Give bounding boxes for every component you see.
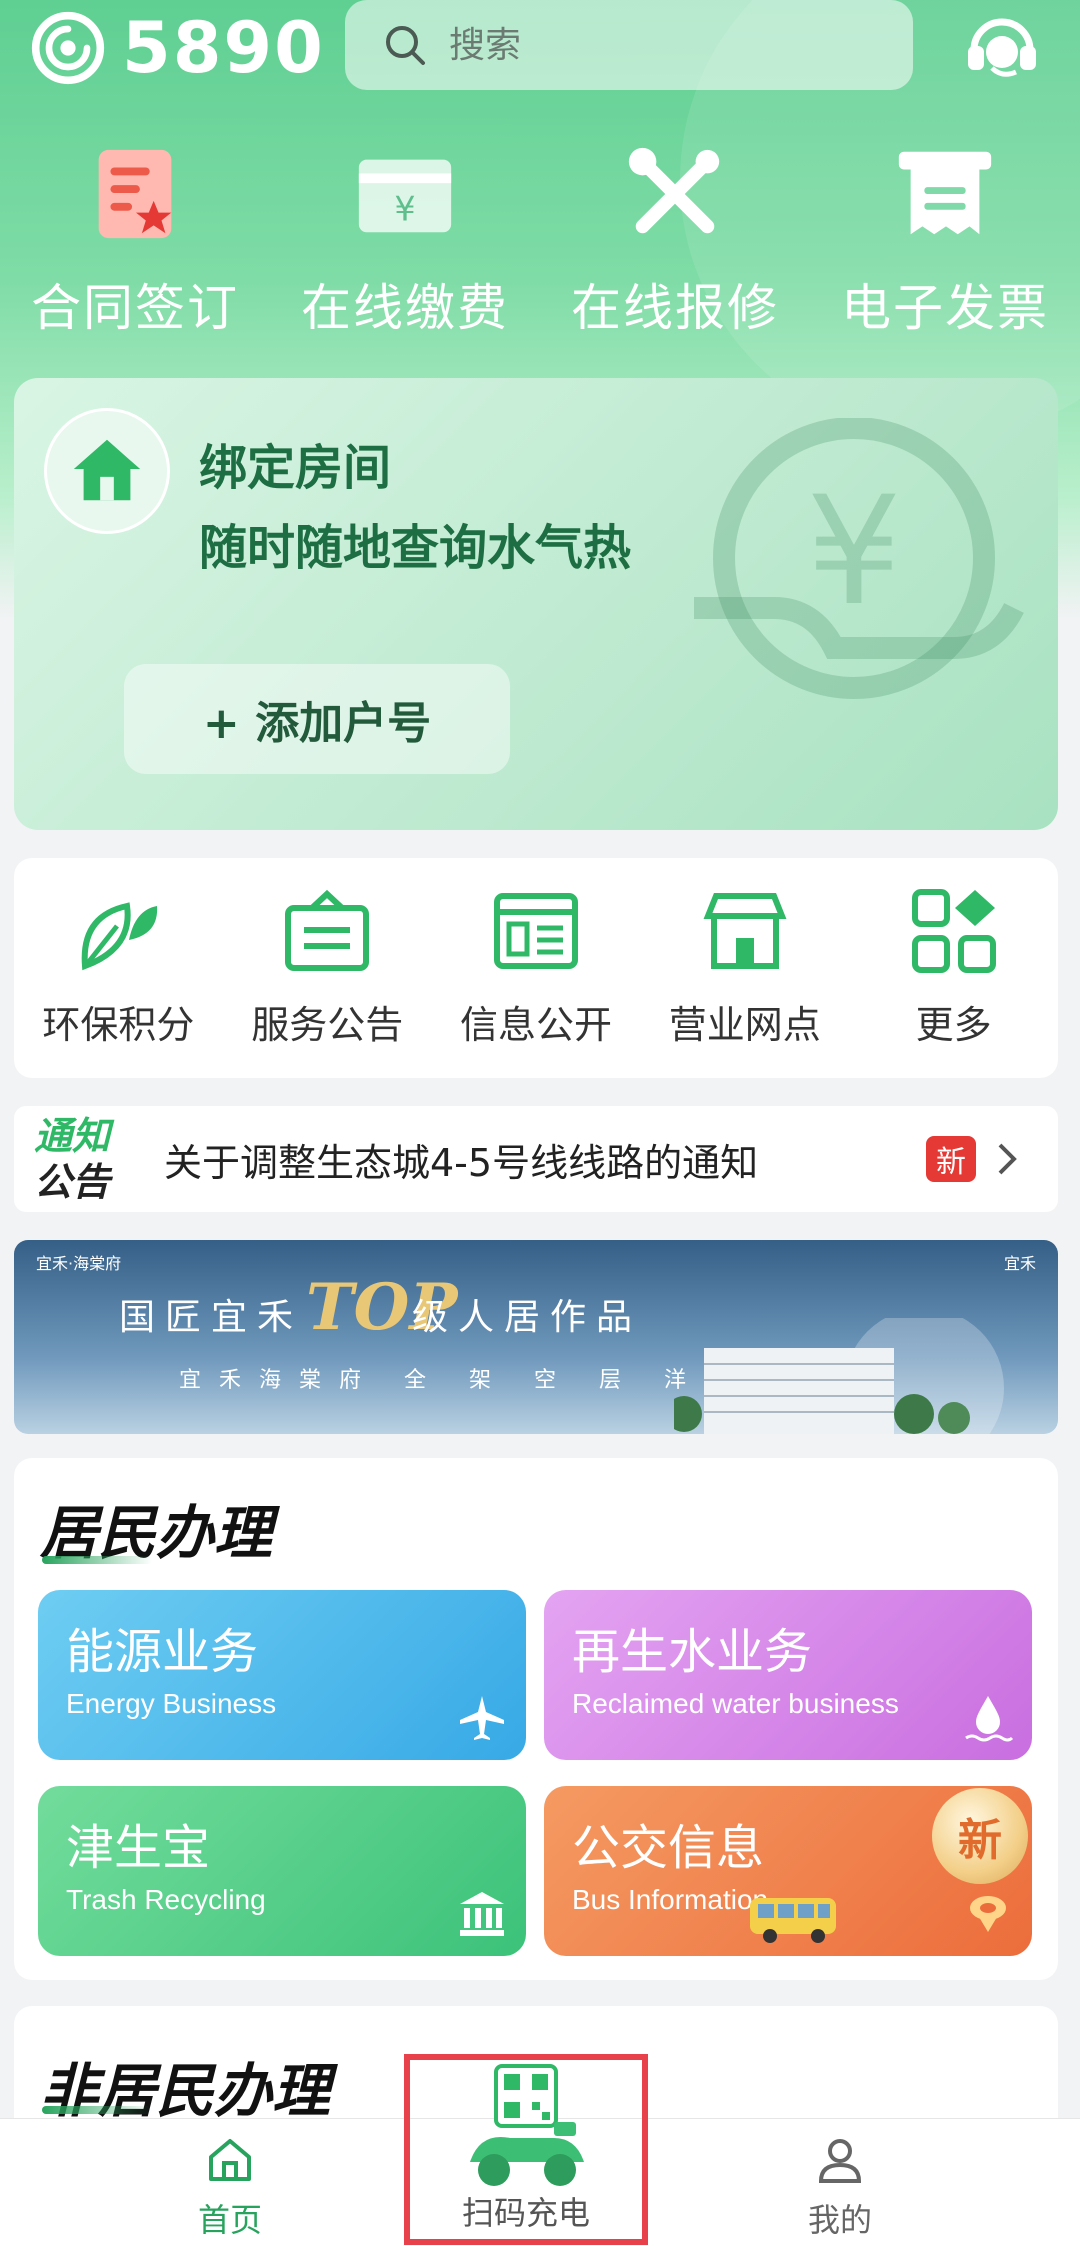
service-label: 服务公告 (251, 1003, 404, 1047)
search-icon (386, 26, 425, 65)
section-underline (42, 1556, 152, 1564)
promo-banner[interactable]: 宜禾·海棠府 宜禾 国匠宜禾 TOP 级人居作品 宜禾海棠府 全 架 空 层 洋… (14, 1240, 1058, 1434)
tile-title: 津生宝 (66, 1820, 211, 1876)
swirl-logo-icon (31, 11, 105, 85)
tile-subtitle: Trash Recycling (66, 1884, 266, 1915)
service-announcement[interactable]: 服务公告 (223, 858, 432, 1078)
logo-text: 5890 (122, 7, 325, 89)
banner-brand-right: 宜禾 (1003, 1254, 1036, 1273)
quick-action-contract[interactable]: 合同签订 (0, 140, 270, 340)
bus-icon (750, 1898, 836, 1943)
nav-label: 首页 (197, 2201, 262, 2239)
notice-badge-bottom: 公告 (34, 1160, 111, 1204)
add-account-button[interactable]: + 添加户号 (124, 664, 510, 774)
nav-label: 扫码充电 (461, 2194, 590, 2232)
bind-room-card[interactable]: 绑定房间 随时随地查询水气热 ¥ + 添加户号 (14, 378, 1058, 830)
service-more[interactable]: 更多 (849, 858, 1058, 1078)
chevron-right-icon (998, 1143, 1017, 1175)
resident-section: 居民办理 能源业务 Energy Business 再生水业务 Reclaime… (14, 1458, 1058, 1980)
quick-action-label: 在线缴费 (301, 279, 509, 337)
quick-action-label: 在线报修 (571, 279, 779, 337)
tile-title: 再生水业务 (572, 1624, 813, 1680)
top-bar: 5890 (0, 0, 1080, 100)
service-eco-points[interactable]: 环保积分 (14, 858, 223, 1078)
invoice-icon (898, 151, 992, 235)
service-grid: 环保积分 服务公告 信息公开 营业网点 更多 (14, 858, 1058, 1078)
search-input[interactable] (447, 23, 871, 67)
quick-action-invoice[interactable]: 电子发票 (810, 140, 1080, 340)
info-board-icon (493, 893, 578, 969)
quick-action-repair[interactable]: 在线报修 (540, 140, 810, 340)
bind-card-subtitle: 随时随地查询水气热 (199, 520, 632, 576)
service-label: 营业网点 (668, 1003, 821, 1047)
tile-title: 能源业务 (66, 1624, 259, 1680)
tile-subtitle: Energy Business (66, 1688, 277, 1719)
customer-service-icon[interactable] (962, 6, 1042, 86)
notice-text: 关于调整生态城4-5号线线路的通知 (164, 1140, 759, 1185)
svg-text:¥: ¥ (394, 190, 415, 229)
service-label: 信息公开 (459, 1003, 612, 1047)
tile-subtitle: Bus Information (572, 1884, 769, 1915)
house-icon (73, 439, 141, 501)
scan-charge-content: 扫码充电 (410, 2060, 642, 2239)
service-info-disclosure[interactable]: 信息公开 (432, 858, 641, 1078)
leaf-icon (82, 902, 158, 971)
nav-mine[interactable]: 我的 (740, 2119, 940, 2246)
building-image (674, 1318, 1004, 1434)
contract-icon (98, 149, 172, 239)
quick-action-label: 合同签订 (31, 279, 239, 337)
announcement-icon (285, 889, 370, 971)
banner-title-suffix: 级人居作品 (412, 1297, 643, 1338)
service-label: 环保积分 (42, 1003, 195, 1047)
scan-charge-icon (470, 2064, 584, 2186)
service-branches[interactable]: 营业网点 (640, 858, 849, 1078)
notice-bar[interactable]: 通知 公告 关于调整生态城4-5号线线路的通知 新 (14, 1106, 1058, 1212)
quick-actions: 合同签订 ¥ 在线缴费 在线报修 电子发票 (0, 140, 1080, 340)
tile-title: 公交信息 (572, 1820, 765, 1876)
nav-scan-charge[interactable]: 扫码充电 (404, 2054, 648, 2245)
bind-card-title: 绑定房间 (199, 440, 392, 496)
banner-brand-left: 宜禾·海棠府 (36, 1254, 122, 1273)
tile-subtitle: Reclaimed water business (572, 1688, 899, 1719)
search-bar[interactable] (345, 0, 913, 90)
app-logo: 5890 (30, 8, 325, 88)
tile-trash-recycling[interactable]: 津生宝 Trash Recycling (38, 1786, 526, 1956)
location-pin-icon (970, 1896, 1006, 1932)
store-icon (703, 893, 787, 969)
section-underline (42, 2106, 152, 2114)
user-icon (818, 2139, 862, 2183)
quick-action-payment[interactable]: ¥ 在线缴费 (270, 140, 540, 340)
tile-reclaimed-water[interactable]: 再生水业务 Reclaimed water business (544, 1590, 1032, 1760)
tile-bus-information[interactable]: 公交信息 Bus Information 新 (544, 1786, 1032, 1956)
bank-icon (460, 1892, 504, 1936)
home-icon (209, 2139, 251, 2181)
water-drop-icon (965, 1696, 1014, 1742)
notice-badge-top: 通知 (34, 1114, 111, 1158)
payment-icon: ¥ (358, 159, 452, 233)
quick-action-label: 电子发票 (841, 279, 1049, 337)
new-coin-badge: 新 (932, 1788, 1028, 1884)
nav-label: 我的 (807, 2201, 872, 2239)
house-badge (44, 408, 170, 534)
new-badge: 新 (926, 1136, 976, 1182)
service-label: 更多 (915, 1003, 992, 1047)
notice-badge: 通知 公告 (34, 1113, 144, 1205)
section-title: 非居民办理 (40, 2057, 331, 2125)
yen-hand-icon: ¥ (694, 418, 1024, 699)
plane-icon (460, 1696, 504, 1740)
banner-title-prefix: 国匠宜禾 (119, 1297, 304, 1338)
more-grid-icon (911, 889, 996, 973)
nav-home[interactable]: 首页 (130, 2119, 330, 2246)
repair-tools-icon (628, 147, 720, 234)
tile-energy-business[interactable]: 能源业务 Energy Business (38, 1590, 526, 1760)
